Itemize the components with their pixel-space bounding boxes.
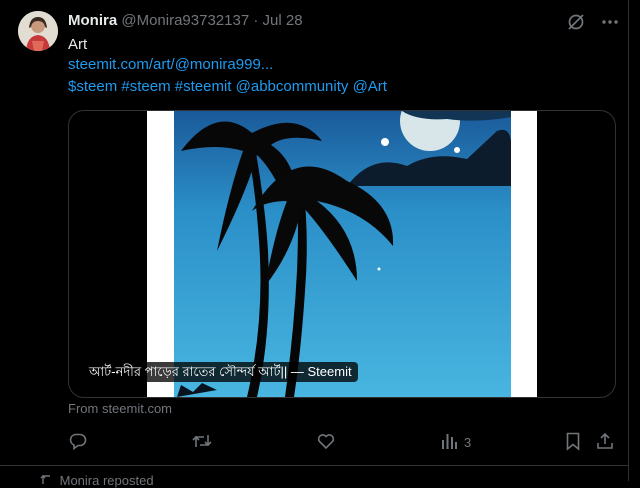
views-button[interactable]: 3 (440, 431, 471, 454)
bookmark-icon (564, 431, 582, 454)
tag-steem-cashtag[interactable]: $steem (68, 78, 117, 95)
tweet-divider (0, 465, 628, 466)
like-icon (316, 431, 336, 454)
tweet-actions: 3 (68, 431, 618, 453)
avatar[interactable] (18, 11, 58, 51)
mention-abbcommunity[interactable]: @abbcommunity (236, 78, 349, 95)
views-icon (440, 431, 458, 454)
tweet-header: Monira @Monira93732137 · Jul 28 (68, 11, 303, 31)
tag-steemit[interactable]: #steemit (175, 78, 232, 95)
views-count: 3 (464, 435, 472, 450)
bookmark-button[interactable] (564, 431, 582, 454)
reply-button[interactable] (68, 431, 88, 454)
share-button[interactable] (595, 431, 615, 454)
retweet-icon (191, 431, 213, 454)
tweet-tags: $steem #steem #steemit @abbcommunity @Ar… (68, 77, 387, 97)
tweet-text: Art (68, 36, 88, 53)
retweet-button[interactable] (191, 431, 213, 454)
link-source[interactable]: From steemit.com (68, 401, 172, 416)
tweet-link[interactable]: steemit.com/art/@monira999... (68, 55, 273, 75)
post-date[interactable]: Jul 28 (263, 12, 303, 29)
media-caption: আর্ট-নদীর পাড়ের রাতের সৌন্দর্য আর্ট|| —… (83, 362, 358, 382)
more-icon[interactable] (600, 12, 620, 32)
author-name[interactable]: Monira (68, 12, 117, 29)
mention-art[interactable]: @Art (353, 78, 387, 95)
tweet-article[interactable]: Monira @Monira93732137 · Jul 28 Art stee… (0, 0, 628, 465)
share-icon (595, 431, 615, 454)
like-button[interactable] (316, 431, 336, 454)
author-handle[interactable]: @Monira93732137 (121, 12, 249, 29)
painting-image (147, 111, 537, 397)
reply-icon (68, 431, 88, 454)
grok-icon[interactable] (566, 12, 586, 32)
link-card[interactable]: আর্ট-নদীর পাড়ের রাতের সৌন্দর্য আর্ট|| —… (68, 110, 616, 398)
separator: · (253, 12, 259, 29)
tag-steem[interactable]: #steem (121, 78, 170, 95)
column-border (628, 0, 629, 481)
